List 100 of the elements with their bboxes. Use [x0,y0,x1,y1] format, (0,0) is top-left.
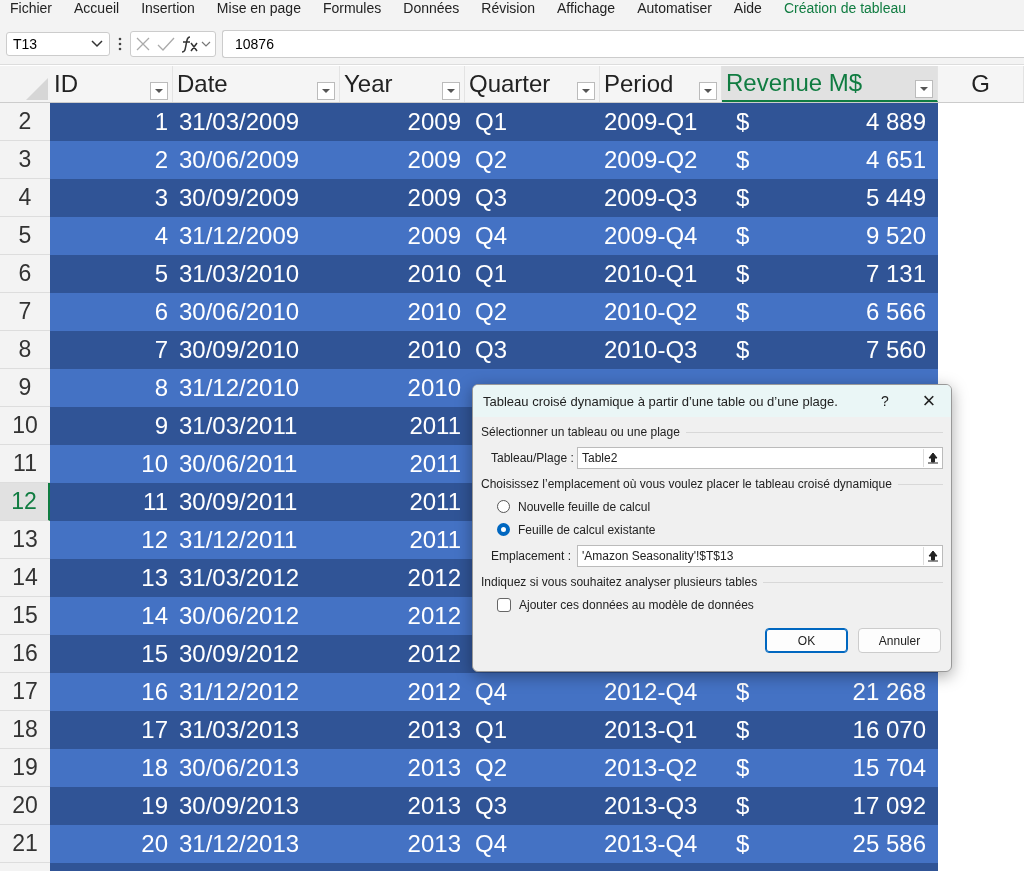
formula-field[interactable]: 10876 [222,30,1024,58]
caret-icon [446,88,456,94]
ribbon-tab[interactable]: Mise en page [216,0,301,24]
column-header[interactable]: G [938,66,1024,102]
radio-label[interactable]: Feuille de calcul existante [518,522,656,537]
name-box[interactable]: T13 [6,32,110,56]
table-cell: 2013 [407,792,461,820]
table-cell: 11 [143,488,168,516]
caret-icon [703,88,713,94]
table-cell: 2013 [407,830,461,858]
table-cell: 2010-Q3 [604,336,698,364]
check-icon[interactable] [157,36,175,52]
row-number[interactable]: 17 [0,673,50,711]
ribbon-tab[interactable]: Fichier [10,0,52,24]
table-cell: 7 [154,336,168,364]
table-cell: 25 586 [852,830,926,858]
dialog-button[interactable]: OK [765,628,848,653]
table-cell: Q2 [475,298,507,326]
column-header[interactable]: Period [600,66,722,102]
section-heading: Indiquez si vous souhaitez analyser plusieurs tables [481,575,758,589]
table-cell: Q1 [475,108,507,136]
chevron-down-icon [91,40,103,48]
table-cell: 31/03/2009 [179,108,300,136]
row-number[interactable]: 2 [0,103,50,141]
table-cell: Q1 [475,716,507,744]
radio-label[interactable]: Nouvelle feuille de calcul [518,499,651,514]
filter-dropdown[interactable] [915,80,933,98]
column-header[interactable]: Revenue M$ [722,66,938,102]
ribbon-tab[interactable]: Affichage [557,0,616,24]
table-cell: 7 131 [865,260,926,288]
row-number[interactable]: 11 [0,445,50,483]
row-number[interactable]: 15 [0,597,50,635]
ribbon-tab[interactable]: Accueil [74,0,120,24]
filter-dropdown[interactable] [442,82,460,100]
table-cell: $ [736,184,750,212]
table-cell: 4 889 [865,108,926,136]
dialog-button[interactable]: Annuler [858,628,941,653]
section-heading: Sélectionner un tableau ou une plage [481,425,680,439]
table-cell: $ [736,754,750,782]
help-button[interactable]: ? [881,393,907,409]
row-number[interactable]: 5 [0,217,50,255]
ribbon-tab[interactable]: Révision [481,0,536,24]
radio-button[interactable] [497,523,510,536]
filter-dropdown[interactable] [699,82,717,100]
range-field[interactable]: Table2 [577,447,943,469]
row-number[interactable]: 8 [0,331,50,369]
row-number[interactable]: 16 [0,635,50,673]
row-number[interactable]: 13 [0,521,50,559]
table-cell: 2013-Q2 [604,754,698,782]
ribbon-tab[interactable]: Données [403,0,460,24]
row-number[interactable]: 3 [0,141,50,179]
table-cell: $ [736,146,750,174]
table-cell: 15 [141,640,168,668]
table-cell: 4 651 [865,146,926,174]
row-number[interactable]: 19 [0,749,50,787]
ribbon-tab[interactable]: Formules [322,0,382,24]
ribbon-tab[interactable]: Création de tableau [783,0,907,24]
row-number[interactable]: 20 [0,787,50,825]
table-cell: 31/03/2010 [179,260,300,288]
table-cell: 2013 [407,754,461,782]
row-number[interactable]: 6 [0,255,50,293]
row-number[interactable]: 12 [0,483,50,521]
column-header[interactable]: Quarter [465,66,600,102]
column-header[interactable]: Year [340,66,465,102]
filter-dropdown[interactable] [317,82,335,100]
ribbon-tab[interactable]: Aide [733,0,762,24]
table-cell: 2012 [407,678,461,706]
row-number[interactable]: 4 [0,179,50,217]
checkbox[interactable] [497,597,511,612]
close-button[interactable]: × [907,388,951,414]
table-cell: 13 [141,564,168,592]
ribbon-tab[interactable]: Automatiser [637,0,712,24]
column-header[interactable]: Date [173,66,340,102]
location-field[interactable]: 'Amazon Seasonality'!$T$13 [577,545,943,567]
field-label: Tableau/Plage : [491,451,575,465]
table-cell: $ [736,298,750,326]
table-cell: 2011 [409,412,461,440]
row-number[interactable]: 10 [0,407,50,445]
ribbon-tab[interactable]: Insertion [141,0,195,24]
table-cell: Q3 [475,184,507,212]
table-cell: 2009-Q2 [604,146,698,174]
filter-dropdown[interactable] [577,82,595,100]
table-cell: 31/12/2009 [179,222,300,250]
table-cell: 2010-Q2 [604,298,698,326]
column-header[interactable]: ID [50,66,173,102]
more-options-icon[interactable] [118,37,122,51]
row-number[interactable]: 7 [0,293,50,331]
row-number[interactable]: 21 [0,825,50,863]
row-number[interactable]: 18 [0,711,50,749]
table-cell: 2009 [407,222,461,250]
table-cell: 2013 [407,716,461,744]
row-number[interactable]: 14 [0,559,50,597]
row-number[interactable]: 9 [0,369,50,407]
table-cell: 15 704 [852,754,926,782]
table-cell: 17 [141,716,168,744]
filter-dropdown[interactable] [150,82,168,100]
checkbox-label[interactable]: Ajouter ces données au modèle de données [519,597,754,612]
table-cell: 3 [154,184,168,212]
radio-button[interactable] [497,500,510,513]
function-icon[interactable] [181,35,211,53]
